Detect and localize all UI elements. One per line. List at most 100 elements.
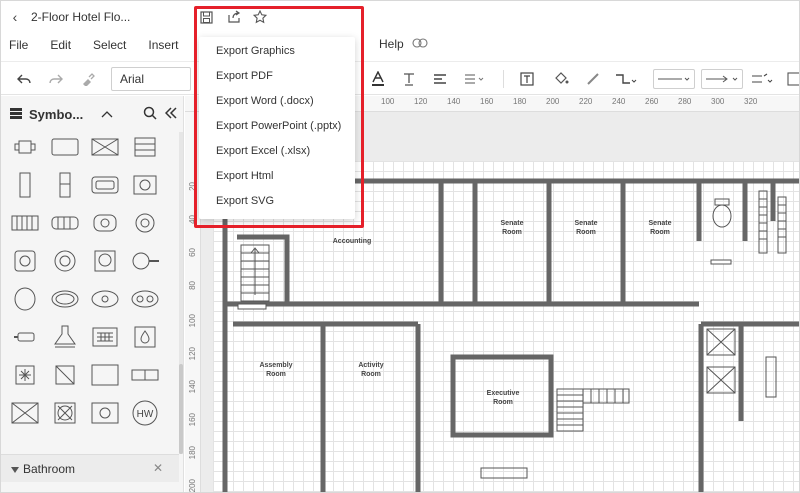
ruler-tick-label: 140: [447, 97, 461, 106]
close-icon[interactable]: ✕: [153, 461, 163, 475]
room-label-accounting: Accounting: [332, 238, 372, 245]
ruler-tick-label: 20: [188, 182, 197, 191]
stove-symbol[interactable]: [127, 170, 163, 200]
ruler-tick-label: 140: [188, 380, 197, 394]
format-painter-icon[interactable]: [77, 68, 99, 90]
ruler-tick-label: 280: [678, 97, 692, 106]
users-icon[interactable]: [411, 35, 429, 54]
room-label-senate-1: Senate Room: [500, 220, 524, 236]
star-icon[interactable]: [247, 6, 273, 28]
menu-insert[interactable]: Insert: [140, 38, 178, 52]
pan-symbol[interactable]: [127, 246, 163, 276]
export-excel-item[interactable]: Export Excel (.xlsx): [199, 138, 355, 163]
export-pdf-item[interactable]: Export PDF: [199, 63, 355, 88]
export-graphics-item[interactable]: Export Graphics: [199, 38, 355, 63]
ruler-tick-label: 80: [188, 281, 197, 290]
room-label-senate-2: Senate Room: [574, 220, 598, 236]
table-symbol[interactable]: [47, 132, 83, 162]
heater-symbol[interactable]: [47, 208, 83, 238]
symbol-panel-title: Symbo...: [29, 106, 84, 122]
menu-file[interactable]: File: [1, 38, 28, 52]
ruler-tick-label: 100: [188, 314, 197, 328]
export-icon[interactable]: [221, 6, 247, 28]
undo-icon[interactable]: [13, 68, 35, 90]
rack-symbol[interactable]: [127, 132, 163, 162]
menu-select[interactable]: Select: [85, 38, 126, 52]
app-window: ‹ 2-Floor Hotel Flo... File Edit Select …: [0, 0, 800, 493]
round-table-symbol[interactable]: [7, 284, 43, 314]
export-dropdown-menu: Export Graphics Export PDF Export Word (…: [199, 37, 355, 219]
urinal-symbol[interactable]: [47, 246, 83, 276]
basin-symbol[interactable]: [87, 284, 123, 314]
font-family-select[interactable]: Arial: [111, 67, 191, 91]
room-label-executive: Executive Room: [486, 390, 520, 406]
export-powerpoint-item[interactable]: Export PowerPoint (.pptx): [199, 113, 355, 138]
align-icon[interactable]: [429, 68, 451, 90]
dryer-symbol[interactable]: [127, 208, 163, 238]
redo-icon[interactable]: [45, 68, 67, 90]
hot-water-symbol[interactable]: HW: [127, 398, 163, 428]
connector-icon[interactable]: [615, 68, 637, 90]
line-style-select[interactable]: [653, 69, 695, 89]
square-sink-symbol[interactable]: [87, 398, 123, 428]
cabinet-symbol[interactable]: [7, 170, 43, 200]
counter-symbol[interactable]: [127, 360, 163, 390]
ruler-tick-label: 240: [612, 97, 626, 106]
grill-symbol[interactable]: [87, 322, 123, 352]
arrow-style-select[interactable]: [701, 69, 743, 89]
water-heater-symbol[interactable]: [127, 322, 163, 352]
square-tub-symbol[interactable]: [87, 360, 123, 390]
bookshelf-symbol[interactable]: [47, 170, 83, 200]
radiator-symbol[interactable]: [7, 208, 43, 238]
line-jump-icon[interactable]: [751, 68, 773, 90]
fill-icon[interactable]: [550, 68, 572, 90]
save-icon[interactable]: [193, 6, 219, 28]
document-title: 2-Floor Hotel Flo...: [31, 10, 131, 24]
chair-table-symbol[interactable]: [7, 132, 43, 162]
font-color-icon[interactable]: [367, 68, 389, 90]
format-toolbar: Arial: [1, 61, 799, 95]
oval-table-symbol[interactable]: [47, 284, 83, 314]
menu-edit[interactable]: Edit: [42, 38, 71, 52]
search-icon[interactable]: [143, 106, 157, 123]
menu-help[interactable]: Help: [371, 37, 404, 51]
scrollbar-thumb[interactable]: [179, 364, 183, 454]
fan-symbol[interactable]: [47, 398, 83, 428]
room-label-senate-3: Senate Room: [648, 220, 672, 236]
washer-symbol[interactable]: [87, 208, 123, 238]
export-html-item[interactable]: Export Html: [199, 163, 355, 188]
ruler-tick-label: 220: [579, 97, 593, 106]
menu-bar: File Edit Select Insert Help: [1, 33, 799, 57]
double-basin-symbol[interactable]: [127, 284, 163, 314]
ruler-tick-label: 200: [188, 479, 197, 493]
export-svg-item[interactable]: Export SVG: [199, 188, 355, 213]
line-color-icon[interactable]: [582, 68, 604, 90]
chevron-up-icon[interactable]: [101, 107, 113, 121]
shower-pan-symbol[interactable]: [7, 398, 43, 428]
room-label-activity: Activity Room: [358, 362, 384, 378]
range-hood-symbol[interactable]: [47, 322, 83, 352]
collapse-panel-icon[interactable]: [165, 106, 177, 122]
caret-down-icon: [11, 462, 19, 476]
library-icon: [9, 106, 23, 123]
toilet-symbol[interactable]: [7, 246, 43, 276]
tub-symbol[interactable]: [87, 246, 123, 276]
sink-symbol[interactable]: [87, 170, 123, 200]
hw-label: HW: [137, 409, 154, 420]
text-box-icon[interactable]: [516, 68, 538, 90]
symbol-panel-scrollbar[interactable]: [179, 132, 183, 454]
line-spacing-icon[interactable]: [463, 68, 485, 90]
symbol-panel-header: Symbo...: [1, 96, 184, 132]
more-icon[interactable]: [783, 68, 799, 90]
back-icon[interactable]: ‹: [3, 9, 27, 25]
title-bar: ‹ 2-Floor Hotel Flo...: [1, 1, 799, 33]
corner-shower-symbol[interactable]: [47, 360, 83, 390]
library-section-bathroom[interactable]: Bathroom ✕: [1, 454, 179, 482]
symbol-library-panel: Symbo... HW Bathroom ✕: [1, 96, 184, 492]
faucet-symbol[interactable]: [7, 322, 43, 352]
text-style-icon[interactable]: [398, 68, 420, 90]
snowflake-symbol[interactable]: [7, 360, 43, 390]
export-word-item[interactable]: Export Word (.docx): [199, 88, 355, 113]
box-symbol[interactable]: [87, 132, 123, 162]
ruler-tick-label: 260: [645, 97, 659, 106]
